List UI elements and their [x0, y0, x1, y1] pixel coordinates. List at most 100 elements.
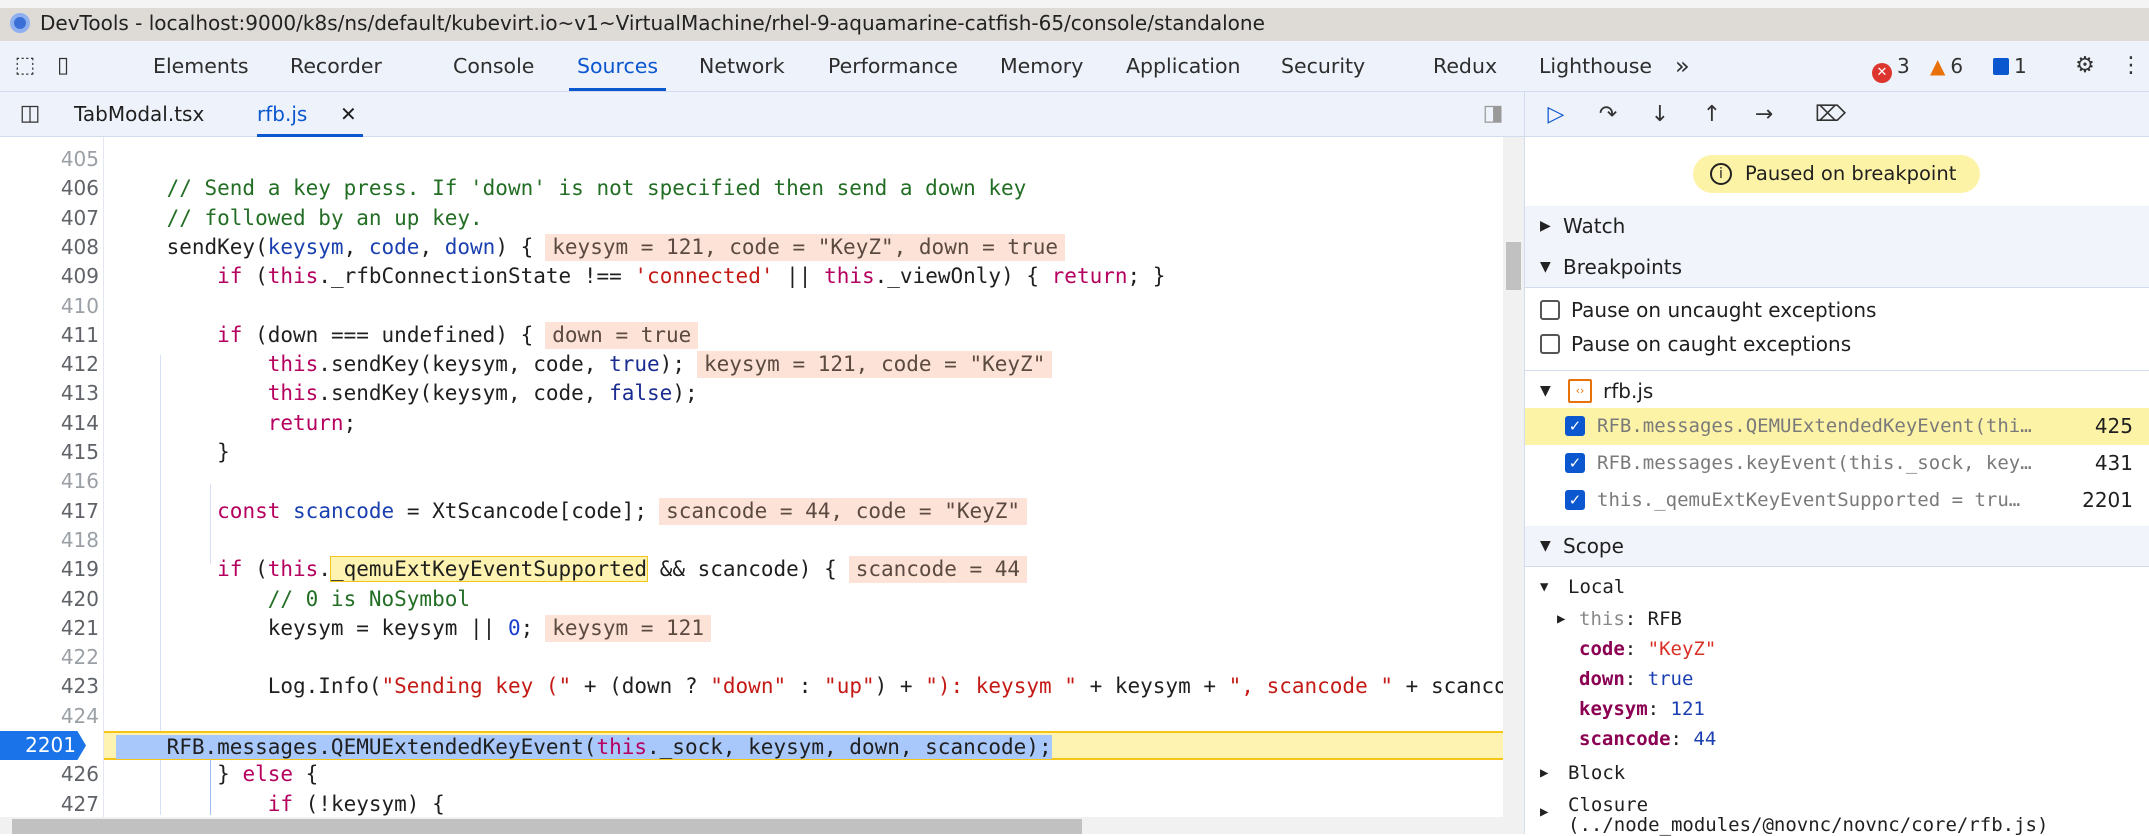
tab-performance[interactable]: Performance [820, 41, 966, 91]
line-number[interactable]: 414 [0, 409, 99, 438]
code-line: 417 const scancode = XtScancode[code]; sc… [0, 497, 1503, 526]
expand-down-icon: ▼ [1540, 579, 1549, 595]
code-token: // Send a key press. If 'down' is not sp… [166, 176, 1027, 201]
more-tabs-button[interactable]: » [1675, 41, 1690, 91]
more-options-icon[interactable]: ⋮ [2118, 53, 2144, 79]
line-number[interactable]: 421 [0, 614, 99, 643]
tab-recorder[interactable]: Recorder [282, 41, 390, 91]
code-token: ( [242, 264, 268, 289]
variable-value: 121 [1670, 698, 1705, 720]
code-token: ._sock, keysym, down, scancode); [647, 735, 1052, 759]
breakpoints-section-header[interactable]: ▼ Breakpoints [1525, 247, 2149, 288]
expand-right-icon: ▶ [1540, 765, 1549, 781]
file-tab-tabmodal[interactable]: TabModal.tsx [74, 92, 204, 137]
line-number[interactable]: 408 [0, 233, 99, 262]
pause-uncaught-checkbox[interactable] [1540, 300, 1560, 320]
code-line: 420 // 0 is NoSymbol [0, 585, 1503, 614]
code-editor[interactable]: 405 406 // Send a key press. If 'down' is… [0, 137, 1503, 817]
tab-application[interactable]: Application [1118, 41, 1249, 91]
line-number[interactable]: 420 [0, 585, 99, 614]
line-number[interactable]: 422 [0, 643, 99, 672]
line-number[interactable]: 406 [0, 174, 99, 203]
breakpoint-file-group[interactable]: ▼ ‹› rfb.js [1525, 374, 2149, 408]
error-count[interactable]: ✕ 3 [1872, 53, 1910, 83]
breakpoint-checkbox[interactable]: ✓ [1565, 490, 1585, 510]
deactivate-breakpoints-icon[interactable]: ⌦ [1815, 100, 1846, 130]
warning-count[interactable]: ▲ 6 [1930, 53, 1963, 79]
code-token: , [343, 234, 369, 259]
tab-redux[interactable]: Redux [1425, 41, 1505, 91]
toggle-debugger-icon[interactable]: ◨ [1480, 101, 1506, 127]
scope-variable[interactable]: keysym: 121 [1525, 694, 2149, 724]
tab-sources[interactable]: Sources [569, 41, 667, 91]
pause-uncaught-checkbox-row[interactable]: Pause on uncaught exceptions [1525, 293, 2149, 327]
code-text: return; [116, 409, 357, 438]
inline-value: down = true [545, 321, 699, 349]
device-toolbar-icon[interactable]: ▯ [50, 53, 76, 79]
code-token: && scancode) { [647, 557, 837, 582]
tab-lighthouse[interactable]: Lighthouse [1531, 41, 1660, 91]
line-number[interactable]: 411 [0, 321, 99, 350]
close-tab-icon[interactable]: ✕ [340, 92, 357, 137]
line-number[interactable]: 405 [0, 145, 99, 174]
scope-variable[interactable]: scancode: 44 [1525, 724, 2149, 754]
step-into-icon[interactable]: ↓ [1645, 100, 1675, 130]
scope-block[interactable]: ▶ Block [1525, 756, 2149, 790]
scope-variable[interactable]: down: true [1525, 664, 2149, 694]
line-number[interactable]: 426 [0, 760, 99, 789]
scope-section-header[interactable]: ▼ Scope [1525, 526, 2149, 567]
code-token: return [1051, 264, 1128, 289]
code-token: . [318, 557, 331, 582]
line-number[interactable]: 424 [0, 702, 99, 731]
code-token: (down === undefined) { [242, 322, 534, 347]
pause-caught-checkbox-row[interactable]: Pause on caught exceptions [1525, 327, 2149, 371]
code-text: if (!keysym) { [116, 790, 445, 817]
breakpoint-checkbox[interactable]: ✓ [1565, 416, 1585, 436]
execution-line-number[interactable]: 2201 [0, 731, 86, 760]
tab-console[interactable]: Console [445, 41, 542, 91]
step-out-icon[interactable]: ↑ [1697, 100, 1727, 130]
scope-closure[interactable]: ▶ Closure (../node_modules/@novnc/novnc/co… [1525, 792, 2149, 835]
line-number[interactable]: 417 [0, 497, 99, 526]
settings-gear-icon[interactable]: ⚙ [2072, 53, 2098, 79]
breakpoint-checkbox[interactable]: ✓ [1565, 453, 1585, 473]
toggle-navigator-icon[interactable]: ◫ [17, 101, 43, 127]
line-number[interactable]: 416 [0, 467, 99, 496]
line-number[interactable]: 418 [0, 526, 99, 555]
line-number[interactable]: 427 [0, 790, 99, 817]
message-count[interactable]: 1 [1993, 53, 2027, 79]
vertical-scroll-thumb[interactable] [1506, 242, 1521, 290]
pause-caught-checkbox[interactable] [1540, 334, 1560, 354]
scope-variable[interactable]: ▶ this: RFB [1525, 604, 2149, 634]
tab-security[interactable]: Security [1273, 41, 1373, 91]
resume-icon[interactable]: ▷ [1541, 100, 1571, 130]
message-icon [1993, 58, 2009, 75]
code-token: keysym [267, 234, 344, 259]
inspect-element-icon[interactable]: ⬚ [12, 53, 38, 79]
line-number[interactable]: 419 [0, 555, 99, 584]
scope-variable[interactable]: code: "KeyZ" [1525, 634, 2149, 664]
tab-network[interactable]: Network [691, 41, 793, 91]
watch-section-header[interactable]: ▶ Watch [1525, 206, 2149, 247]
scope-local[interactable]: ▼ Local [1525, 570, 2149, 604]
line-number[interactable]: 423 [0, 672, 99, 701]
line-number[interactable]: 407 [0, 204, 99, 233]
variable-value: true [1647, 668, 1694, 690]
code-text: const scancode = XtScancode[code]; scanco… [116, 497, 1028, 526]
step-icon[interactable]: → [1749, 100, 1779, 130]
line-number[interactable]: 412 [0, 350, 99, 379]
horizontal-scroll-thumb[interactable] [12, 819, 1082, 834]
tab-elements[interactable]: Elements [145, 41, 257, 91]
breakpoint-item[interactable]: ✓ this._qemuExtKeyEventSupported = tru… 22… [1525, 482, 2149, 519]
breakpoint-item[interactable]: ✓ RFB.messages.keyEvent(this._sock, key… 4… [1525, 445, 2149, 482]
tab-memory[interactable]: Memory [992, 41, 1091, 91]
line-number[interactable]: 409 [0, 262, 99, 291]
breakpoint-item[interactable]: ✓ RFB.messages.QEMUExtendedKeyEvent(thi… 4… [1525, 408, 2149, 445]
vertical-scrollbar[interactable] [1503, 137, 1524, 817]
line-number[interactable]: 415 [0, 438, 99, 467]
line-number[interactable]: 413 [0, 379, 99, 408]
step-over-icon[interactable]: ↷ [1593, 100, 1623, 130]
line-number[interactable]: 410 [0, 292, 99, 321]
